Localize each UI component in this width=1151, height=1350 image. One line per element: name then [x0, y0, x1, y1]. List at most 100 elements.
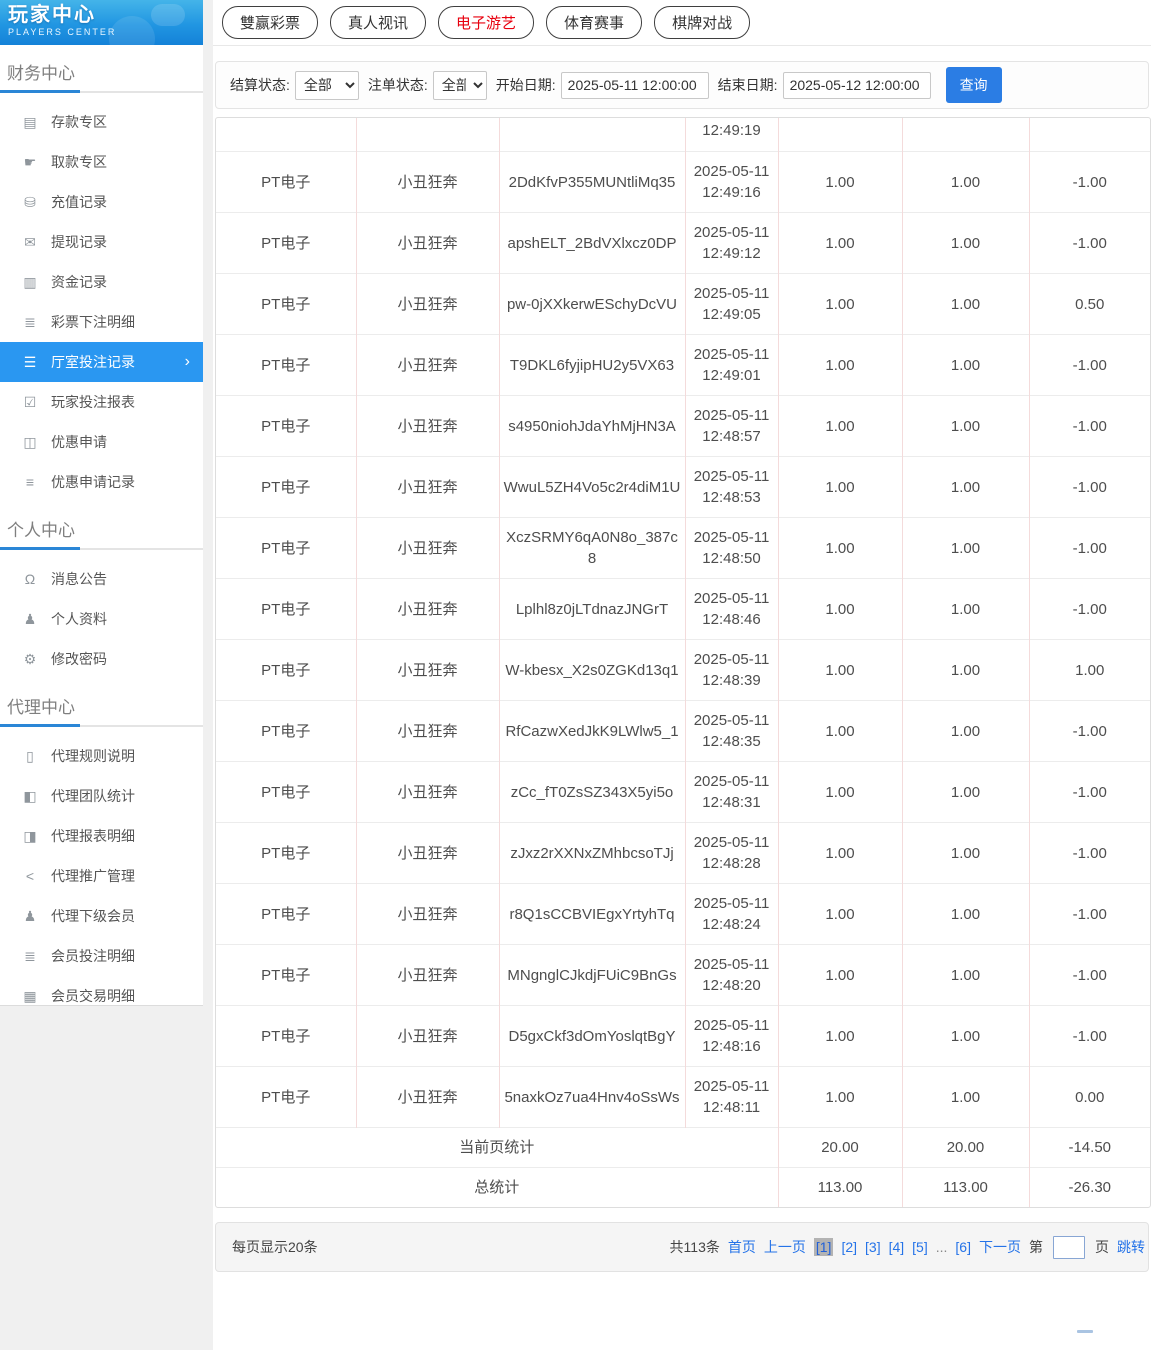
- records-table: 12:49:19 PT电子 小丑狂奔 2DdKfvP355MUNtliMq35 2025…: [216, 118, 1150, 1207]
- bet-amount-cell: 1.00: [777, 1005, 902, 1067]
- chevron-right-icon: ›: [184, 353, 190, 370]
- page-link-1[interactable]: [1]: [813, 1238, 834, 1256]
- sidebar-item-promo-apply[interactable]: ◫ 优惠申请: [0, 422, 203, 462]
- sidebar-item-hall-records[interactable]: ☰ 厅室投注记录 ›: [0, 342, 203, 382]
- provider-cell: PT电子: [216, 1066, 356, 1128]
- sidebar-item-player-report[interactable]: ☑ 玩家投注报表: [0, 382, 203, 422]
- agent-rules-doc-icon: ▯: [26, 748, 34, 764]
- page-link-5[interactable]: [5]: [912, 1239, 928, 1255]
- tab-4[interactable]: 体育赛事: [546, 6, 643, 39]
- page-link-7[interactable]: [6]: [955, 1239, 971, 1255]
- sidebar-item-funds-banknote[interactable]: ▥ 资金记录: [0, 262, 203, 302]
- sidebar-item-deposit-card[interactable]: ▤ 存款专区: [0, 102, 203, 142]
- sidebar-item-label: 个人资料: [51, 611, 107, 627]
- sidebar-item-agent-report[interactable]: ◨ 代理报表明细: [0, 816, 203, 856]
- member-trades-icon: ▦: [23, 988, 37, 1004]
- sidebar-item-label: 存款专区: [51, 114, 107, 130]
- order-id-cell: s4950niohJdaYhMjHN3A: [498, 395, 685, 457]
- settle-status-select[interactable]: 全部: [294, 70, 359, 100]
- order-id-cell: pw-0jXXkerwESchyDcVU: [498, 273, 685, 335]
- order-id-cell: WwuL5ZH4Vo5c2r4diM1U: [498, 456, 685, 518]
- bet-amount-cell: 1.00: [777, 761, 902, 823]
- next-page-link[interactable]: 下一页: [979, 1237, 1021, 1257]
- sidebar-item-withdrawal-wallet[interactable]: ✉ 提现记录: [0, 222, 203, 262]
- time-cell: 2025-05-11 12:48:20: [684, 944, 778, 1006]
- main-content: 雙赢彩票 真人视讯 电子游艺 体育赛事 棋牌对战 结算状态: 全部 注单状态: 全部 开…: [213, 0, 1151, 1350]
- hall-records-icon: ☰: [23, 354, 37, 370]
- prev-page-link[interactable]: 上一页: [764, 1237, 806, 1257]
- jump-button[interactable]: 跳转: [1117, 1237, 1145, 1257]
- valid-bet-cell: 1.00: [901, 883, 1029, 945]
- sidebar-item-member-trades[interactable]: ▦ 会员交易明细: [0, 976, 203, 1016]
- provider-cell: PT电子: [216, 517, 356, 579]
- sidebar-item-members[interactable]: ♟ 代理下级会员: [0, 896, 203, 936]
- tab-2[interactable]: 真人视讯: [330, 6, 427, 39]
- tabs-bar: 雙赢彩票 真人视讯 电子游艺 体育赛事 棋牌对战: [213, 0, 1151, 46]
- lottery-list-icon: ≣: [24, 314, 36, 330]
- game-cell: 小丑狂奔: [355, 517, 499, 579]
- sidebar-item-agent-rules-doc[interactable]: ▯ 代理规则说明: [0, 736, 203, 776]
- time-cell: 2025-05-11 12:48:28: [684, 822, 778, 884]
- time-cell: 2025-05-11 12:48:57: [684, 395, 778, 457]
- sidebar-item-share[interactable]: < 代理推广管理: [0, 856, 203, 896]
- sidebar-item-recharge-coins[interactable]: ⛁ 充值记录: [0, 182, 203, 222]
- summary-valid-cell: 113.00: [901, 1167, 1029, 1207]
- first-page-link[interactable]: 首页: [728, 1237, 756, 1257]
- order-id-cell: W-kbesx_X2s0ZGKd13q1: [498, 639, 685, 701]
- jump-page-input[interactable]: [1053, 1235, 1085, 1259]
- tab-3[interactable]: 电子游艺: [438, 6, 535, 39]
- table-row: PT电子 小丑狂奔 zCc_fT0ZsSZ343X5yi5o 2025-05-11 1…: [216, 761, 1150, 823]
- profit-cell: -1.00: [1028, 944, 1150, 1006]
- start-date-input[interactable]: [560, 71, 709, 99]
- gear-icon: ⚙: [23, 651, 37, 667]
- time-cell: 2025-05-11 12:48:31: [684, 761, 778, 823]
- order-id-cell: Lplhl8z0jLTdnazJNGrT: [498, 578, 685, 640]
- provider-cell: PT电子: [216, 334, 356, 396]
- profit-cell: -1.00: [1028, 883, 1150, 945]
- sidebar-item-member-bets[interactable]: ≣ 会员投注明细: [0, 936, 203, 976]
- settle-status-label: 结算状态:: [230, 77, 290, 93]
- sidebar-item-label: 代理规则说明: [51, 748, 135, 764]
- table-row: PT电子 小丑狂奔 2DdKfvP355MUNtliMq35 2025-05-11 1…: [216, 151, 1150, 213]
- section-underline: [0, 547, 203, 550]
- filter-bar: 结算状态: 全部 注单状态: 全部 开始日期: 结束日期: 查询: [215, 61, 1149, 109]
- pagination-bar: 每页显示20条 共113条 首页 上一页 [1] [2] [3] [4] [5]...[…: [215, 1222, 1149, 1272]
- sidebar-item-user[interactable]: ♟ 个人资料: [0, 599, 203, 639]
- sidebar-item-team-stats[interactable]: ◧ 代理团队统计: [0, 776, 203, 816]
- valid-bet-cell: 1.00: [901, 944, 1029, 1006]
- order-status-select[interactable]: 全部: [432, 70, 487, 100]
- sidebar-item-label: 取款专区: [51, 154, 107, 170]
- sidebar-item-withdraw-hand[interactable]: ☛ 取款专区: [0, 142, 203, 182]
- game-cell: 小丑狂奔: [355, 212, 499, 274]
- time-cell: 2025-05-11 12:48:53: [684, 456, 778, 518]
- tab-1[interactable]: 雙赢彩票: [222, 6, 319, 39]
- order-id-cell: r8Q1sCCBVIEgxYrtyhTq: [498, 883, 685, 945]
- tab-5[interactable]: 棋牌对战: [654, 6, 751, 39]
- sidebar-item-lottery-list[interactable]: ≣ 彩票下注明细: [0, 302, 203, 342]
- sidebar-item-bell[interactable]: Ω 消息公告: [0, 559, 203, 599]
- summary-label-cell: 总统计: [216, 1167, 778, 1207]
- scrollbar-thumb[interactable]: [1077, 1330, 1093, 1333]
- summary-bet-cell: 113.00: [777, 1167, 902, 1207]
- page-link-3[interactable]: [3]: [865, 1239, 881, 1255]
- withdraw-hand-icon: ☛: [23, 154, 37, 170]
- page-link-2[interactable]: [2]: [841, 1239, 857, 1255]
- table-row: PT电子 小丑狂奔 W-kbesx_X2s0ZGKd13q1 2025-05-11 1…: [216, 639, 1150, 701]
- profit-cell: -1.00: [1028, 700, 1150, 762]
- provider-cell: [216, 118, 356, 152]
- end-date-label: 结束日期:: [717, 77, 778, 93]
- time-cell: 2025-05-11 12:48:16: [684, 1005, 778, 1067]
- search-button[interactable]: 查询: [945, 67, 1002, 103]
- sidebar-section-3: 代理中心 ▯ 代理规则说明 ◧ 代理团队统计 ◨ 代理报表明细 < 代理推广管理 ♟ 代理下级会员 ≣…: [0, 679, 203, 1016]
- game-cell: 小丑狂奔: [355, 822, 499, 884]
- bet-amount-cell: 1.00: [777, 883, 902, 945]
- order-status-label: 注单状态:: [367, 77, 428, 93]
- per-page-info: 每页显示20条: [232, 1239, 318, 1255]
- page-link-4[interactable]: [4]: [889, 1239, 905, 1255]
- time-cell: 2025-05-11 12:49:05: [684, 273, 778, 335]
- provider-cell: PT电子: [216, 212, 356, 274]
- order-id-cell: XczSRMY6qA0N8o_387c8: [498, 517, 685, 579]
- end-date-input[interactable]: [782, 71, 931, 99]
- sidebar-item-promo-records[interactable]: ≡ 优惠申请记录: [0, 462, 203, 502]
- sidebar-item-gear[interactable]: ⚙ 修改密码: [0, 639, 203, 679]
